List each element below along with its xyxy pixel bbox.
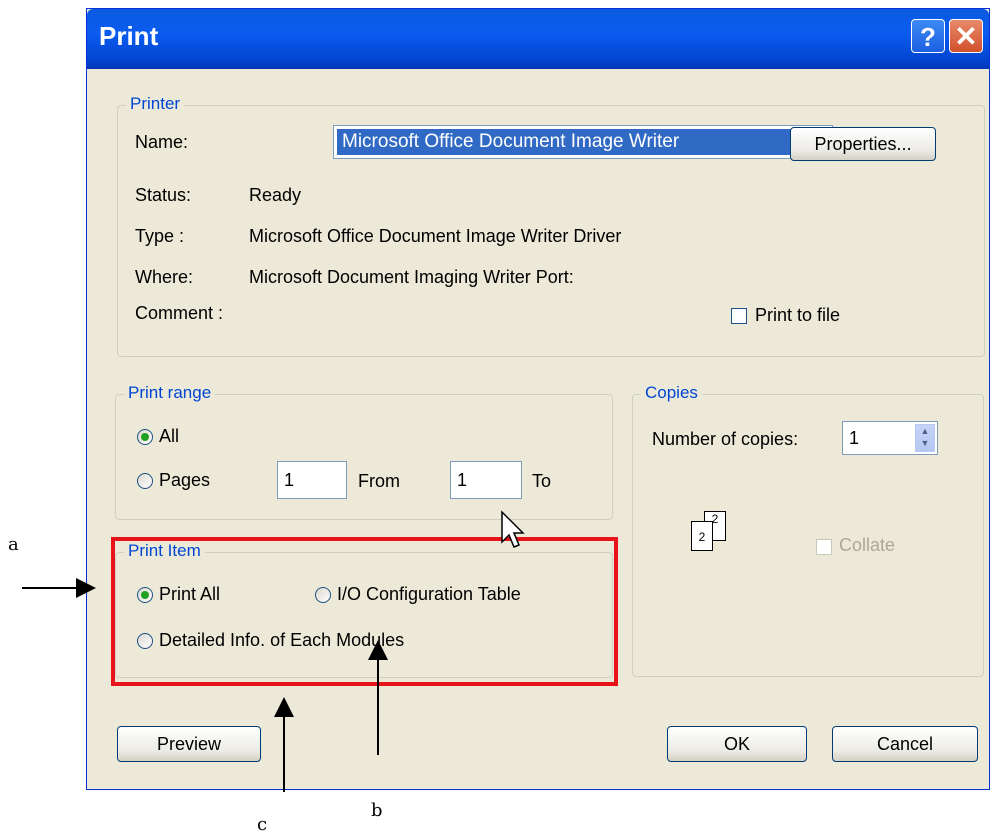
annotation-c: c (257, 814, 268, 835)
annotation-arrows (22, 578, 388, 792)
annotation-a: a (8, 534, 19, 555)
annotation-b: b (371, 800, 383, 821)
